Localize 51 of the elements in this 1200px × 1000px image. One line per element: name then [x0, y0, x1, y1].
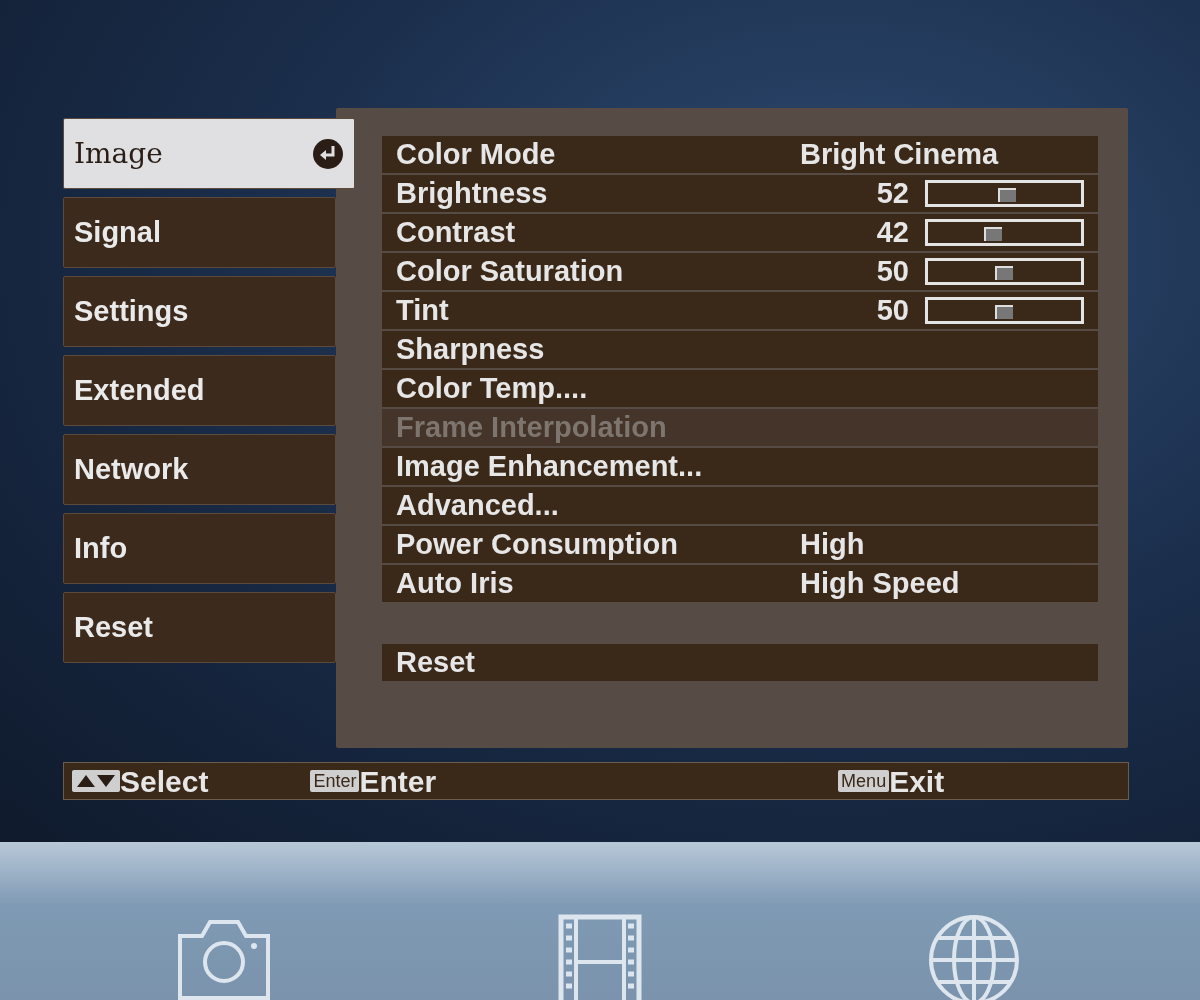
setting-row[interactable]: Sharpness [382, 331, 1098, 370]
setting-value: High Speed [800, 565, 960, 601]
setting-row[interactable]: Color Mode Bright Cinema [382, 136, 1098, 175]
sidebar-tab[interactable]: Extended [63, 355, 336, 426]
film-strip-icon [558, 914, 642, 1000]
setting-label: Image Enhancement... [396, 448, 704, 484]
setting-row[interactable]: Image Enhancement... [382, 448, 1098, 487]
setting-label: Color Mode [396, 136, 557, 172]
key-label: Enter [310, 770, 360, 792]
key-label: Menu [838, 770, 890, 792]
slider-thumb[interactable] [994, 266, 1013, 280]
globe-icon [928, 914, 1020, 1000]
footer-hint: Enter [359, 763, 437, 800]
setting-label: Frame Interpolation [396, 409, 668, 445]
sidebar-tab[interactable]: Info [63, 513, 336, 584]
setting-label: Color Saturation [396, 253, 625, 289]
setting-label: Sharpness [396, 331, 546, 367]
setting-row[interactable]: Advanced... [382, 487, 1098, 526]
setting-value: 52 [875, 175, 909, 211]
setting-value: High [800, 526, 865, 562]
footer-hint: Select [120, 763, 209, 800]
sidebar-tab[interactable]: Reset [63, 592, 336, 663]
sidebar-tab[interactable]: Image [63, 118, 355, 189]
sidebar-tab[interactable]: Network [63, 434, 336, 505]
setting-value: 50 [875, 292, 909, 328]
footer-hint: Exit [889, 763, 945, 800]
setting-value: Bright Cinema [800, 136, 999, 172]
slider-thumb[interactable] [994, 305, 1013, 319]
reset-row[interactable]: Reset [382, 644, 1098, 683]
setting-label: Contrast [396, 214, 517, 250]
up-down-arrows-icon [72, 770, 120, 792]
setting-label: Color Temp.... [396, 370, 589, 406]
setting-row[interactable]: Tint 50 [382, 292, 1098, 331]
setting-row[interactable]: Color Saturation 50 [382, 253, 1098, 292]
setting-row[interactable]: Auto Iris High Speed [382, 565, 1098, 604]
setting-label: Auto Iris [396, 565, 515, 601]
setting-value: 42 [875, 214, 909, 250]
sidebar-tab[interactable]: Signal [63, 197, 336, 268]
slider-thumb[interactable] [997, 188, 1016, 202]
slider-thumb[interactable] [984, 227, 1003, 241]
sidebar-tab[interactable]: Settings [63, 276, 336, 347]
setting-row[interactable]: Power Consumption High [382, 526, 1098, 565]
setting-label: Brightness [396, 175, 549, 211]
setting-row[interactable]: Contrast 42 [382, 214, 1098, 253]
setting-label: Advanced... [396, 487, 560, 523]
setting-value: 50 [875, 253, 909, 289]
setting-label: Tint [396, 292, 450, 328]
setting-row[interactable]: Color Temp.... [382, 370, 1098, 409]
setting-label: Power Consumption [396, 526, 679, 562]
enter-icon [312, 137, 344, 170]
setting-row[interactable]: Brightness 52 [382, 175, 1098, 214]
